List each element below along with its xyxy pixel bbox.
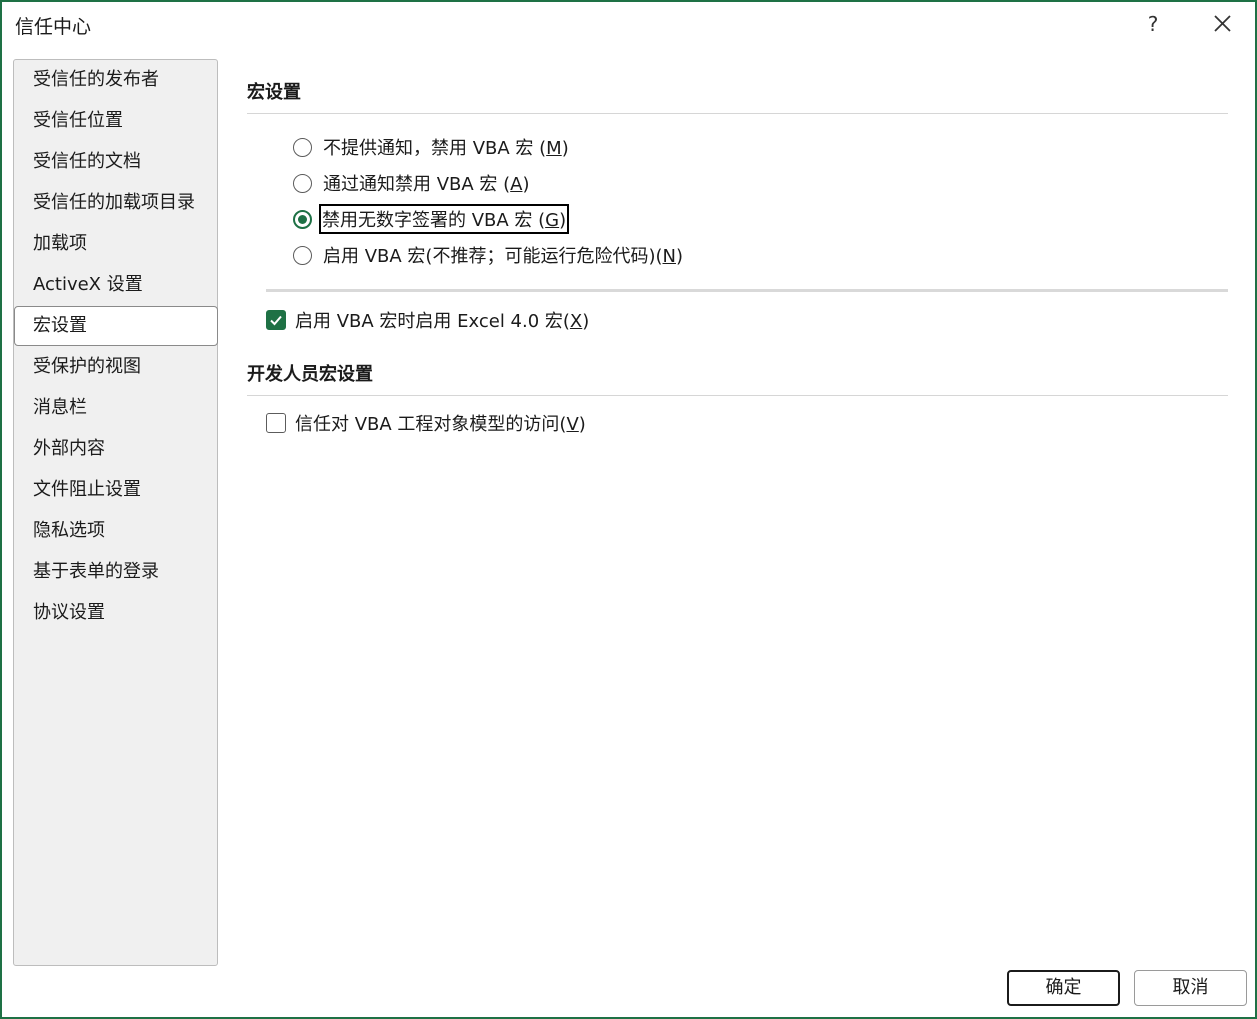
radio-disable-with-notify[interactable]: 通过通知禁用 VBA 宏 (A) [293, 169, 532, 197]
sidebar-item-external-content[interactable]: 外部内容 [15, 429, 217, 469]
sidebar-item-message-bar[interactable]: 消息栏 [15, 388, 217, 428]
sidebar-item-trusted-addin-catalogs[interactable]: 受信任的加载项目录 [15, 183, 217, 223]
sidebar-item-activex-settings[interactable]: ActiveX 设置 [15, 265, 217, 305]
sidebar-item-file-block-settings[interactable]: 文件阻止设置 [15, 470, 217, 510]
vba-access-checkbox-row[interactable]: 信任对 VBA 工程对象模型的访问(V) [266, 409, 588, 437]
radio-disable-no-notify[interactable]: 不提供通知，禁用 VBA 宏 (M) [293, 133, 571, 161]
macro-settings-heading: 宏设置 [247, 82, 301, 103]
sidebar-item-trusted-locations[interactable]: 受信任位置 [15, 101, 217, 141]
sidebar-item-protocol-settings[interactable]: 协议设置 [15, 593, 217, 633]
radio-label: 启用 VBA 宏(不推荐；可能运行危险代码)(N) [323, 246, 683, 267]
checkbox-label: 启用 VBA 宏时启用 Excel 4.0 宏(X) [295, 311, 590, 332]
radio-enable-all[interactable]: 启用 VBA 宏(不推荐；可能运行危险代码)(N) [293, 241, 685, 269]
dialog-title: 信任中心 [15, 16, 92, 38]
ok-button[interactable]: 确定 [1007, 970, 1120, 1006]
sidebar-item-addins[interactable]: 加载项 [15, 224, 217, 264]
sidebar-nav: 受信任的发布者 受信任位置 受信任的文档 受信任的加载项目录 加载项 Activ… [13, 59, 218, 966]
trust-center-dialog: 信任中心 ? 受信任的发布者 受信任位置 受信任的文档 受信任的加载项目录 加载… [0, 0, 1257, 1019]
sidebar-item-form-based-signin[interactable]: 基于表单的登录 [15, 552, 217, 592]
checkbox-label: 信任对 VBA 工程对象模型的访问(V) [295, 414, 586, 435]
sidebar-item-trusted-documents[interactable]: 受信任的文档 [15, 142, 217, 182]
macro-settings-panel: 宏设置 不提供通知，禁用 VBA 宏 (M) 通过通知禁用 VBA 宏 (A) … [247, 2, 1228, 962]
sidebar-item-privacy-options[interactable]: 隐私选项 [15, 511, 217, 551]
radio-label: 禁用无数字签署的 VBA 宏 (G) [319, 204, 570, 234]
radio-label: 不提供通知，禁用 VBA 宏 (M) [323, 138, 569, 159]
sidebar-item-protected-view[interactable]: 受保护的视图 [15, 347, 217, 387]
excel4-macros-checkbox[interactable] [266, 310, 286, 330]
vba-object-model-access-checkbox[interactable] [266, 413, 286, 433]
radio-button[interactable] [293, 137, 312, 157]
radio-button-selected[interactable] [293, 209, 312, 229]
excel4-macros-checkbox-row[interactable]: 启用 VBA 宏时启用 Excel 4.0 宏(X) [266, 306, 591, 334]
divider [247, 395, 1228, 396]
developer-settings-heading: 开发人员宏设置 [247, 364, 373, 385]
sidebar-item-macro-settings[interactable]: 宏设置 [14, 306, 218, 346]
checkmark-icon [270, 315, 282, 326]
radio-disable-except-signed[interactable]: 禁用无数字签署的 VBA 宏 (G) [293, 204, 570, 234]
sidebar-item-trusted-publishers[interactable]: 受信任的发布者 [15, 60, 217, 100]
radio-button[interactable] [293, 245, 312, 265]
cancel-button[interactable]: 取消 [1134, 970, 1247, 1006]
radio-label: 通过通知禁用 VBA 宏 (A) [323, 174, 530, 195]
radio-button[interactable] [293, 173, 312, 193]
divider [266, 289, 1228, 292]
divider [247, 113, 1228, 114]
